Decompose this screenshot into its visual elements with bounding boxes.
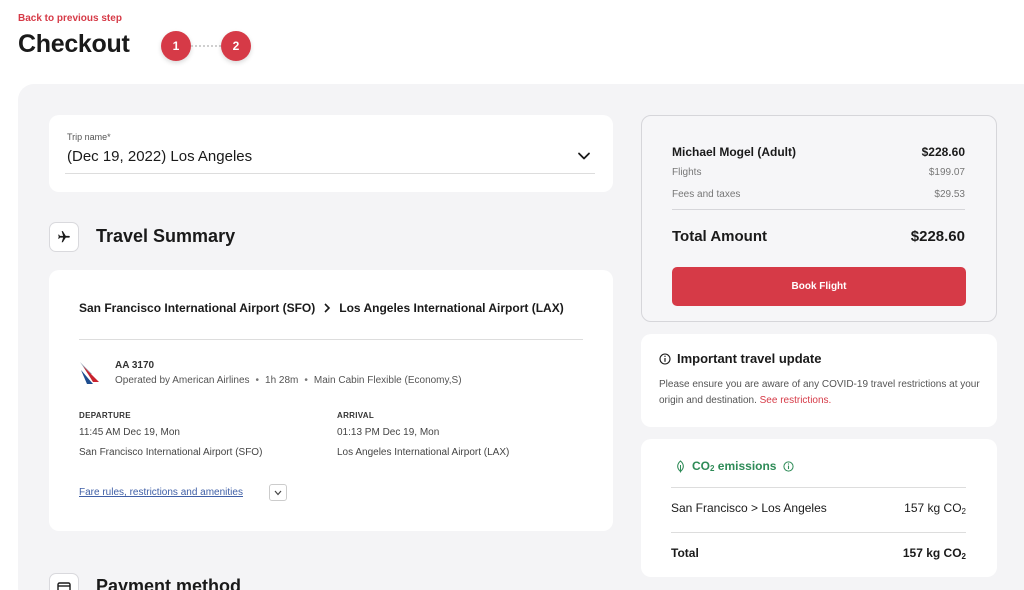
fees-label: Fees and taxes	[672, 189, 741, 200]
payment-card-icon	[49, 573, 79, 590]
see-restrictions-link[interactable]: See restrictions.	[760, 395, 832, 406]
leaf-icon	[677, 459, 684, 472]
route-destination: Los Angeles International Airport (LAX)	[339, 301, 564, 315]
fees-amount: $29.53	[934, 189, 965, 200]
payment-method-title: Payment method	[96, 576, 242, 590]
total-label: Total Amount	[672, 228, 767, 245]
co2-route-row: San Francisco > Los Angeles 157 kg CO2	[671, 501, 966, 516]
travel-update-title: Important travel update	[659, 351, 821, 366]
fees-row: Fees and taxes $29.53	[672, 189, 965, 200]
co2-title: CO 2 emissions	[675, 459, 795, 473]
flight-card: San Francisco International Airport (SFO…	[49, 270, 613, 531]
co2-title-sub: 2	[710, 463, 715, 473]
co2-divider-top	[671, 487, 966, 488]
fare-rules-toggle[interactable]	[269, 484, 287, 501]
co2-title-co: CO	[692, 459, 710, 473]
separator-dot: •	[304, 375, 308, 386]
trip-name-underline	[65, 173, 595, 174]
flight-meta: Operated by American Airlines • 1h 28m •…	[115, 375, 462, 386]
flight-route: San Francisco International Airport (SFO…	[79, 301, 564, 315]
back-link[interactable]: Back to previous step	[18, 13, 122, 24]
total-amount: $228.60	[910, 228, 965, 245]
passenger-amount: $228.60	[921, 145, 965, 159]
step-indicator: 1 2	[161, 31, 251, 61]
flights-row: Flights $199.07	[672, 167, 965, 178]
travel-update-text: Please ensure you are aware of any COVID…	[659, 377, 989, 409]
flights-amount: $199.07	[928, 167, 965, 178]
american-airlines-logo-icon	[80, 362, 99, 384]
co2-total-label: Total	[671, 546, 699, 560]
operated-by: Operated by American Airlines	[115, 375, 250, 386]
summary-divider	[672, 209, 965, 210]
departure-airport: San Francisco International Airport (SFO…	[79, 447, 263, 458]
chevron-down-icon	[274, 490, 282, 495]
travel-summary-title: Travel Summary	[96, 226, 236, 246]
total-row: Total Amount $228.60	[672, 228, 965, 245]
flights-label: Flights	[672, 167, 702, 178]
arrival-label: ARRIVAL	[337, 411, 375, 420]
step-1[interactable]: 1	[161, 31, 191, 61]
info-icon[interactable]	[783, 460, 795, 472]
info-icon	[659, 352, 671, 365]
co2-divider-bottom	[671, 532, 966, 533]
co2-total-value: 157 kg CO2	[902, 546, 966, 561]
page-title: Checkout	[18, 30, 130, 58]
step-connector	[191, 45, 221, 47]
airplane-icon	[49, 222, 79, 252]
arrival-airport: Los Angeles International Airport (LAX)	[337, 447, 510, 458]
co2-total-row: Total 157 kg CO2	[671, 546, 966, 561]
price-summary-card: Michael Mogel (Adult) $228.60 Flights $1…	[641, 115, 997, 322]
travel-update-card: Important travel update Please ensure yo…	[641, 334, 997, 427]
trip-name-value[interactable]: (Dec 19, 2022) Los Angeles	[67, 148, 252, 165]
flight-duration: 1h 28m	[265, 375, 299, 386]
book-flight-button[interactable]: Book Flight	[672, 267, 966, 306]
co2-route-value: 157 kg CO2	[904, 501, 966, 516]
co2-route: San Francisco > Los Angeles	[671, 501, 827, 515]
co2-title-rest: emissions	[714, 459, 777, 473]
chevron-right-icon	[323, 303, 331, 313]
departure-label: DEPARTURE	[79, 411, 131, 420]
trip-name-label: Trip name*	[67, 132, 111, 142]
flight-divider	[79, 339, 583, 340]
route-origin: San Francisco International Airport (SFO…	[79, 301, 316, 315]
cabin-class: Main Cabin Flexible (Economy,S)	[313, 375, 462, 386]
fare-rules-link[interactable]: Fare rules, restrictions and amenities	[79, 487, 243, 498]
passenger-name: Michael Mogel (Adult)	[672, 145, 796, 159]
passenger-row: Michael Mogel (Adult) $228.60	[672, 145, 965, 159]
separator-dot: •	[255, 375, 260, 386]
travel-update-heading: Important travel update	[677, 351, 822, 366]
flight-number: AA 3170	[115, 360, 155, 371]
chevron-down-icon[interactable]	[577, 149, 591, 163]
departure-time: 11:45 AM Dec 19, Mon	[79, 427, 180, 438]
co2-emissions-card: CO 2 emissions San Francisco > Los Angele…	[641, 439, 997, 577]
arrival-time: 01:13 PM Dec 19, Mon	[337, 427, 440, 438]
step-2[interactable]: 2	[221, 31, 251, 61]
trip-name-select[interactable]: Trip name* (Dec 19, 2022) Los Angeles	[49, 115, 613, 192]
